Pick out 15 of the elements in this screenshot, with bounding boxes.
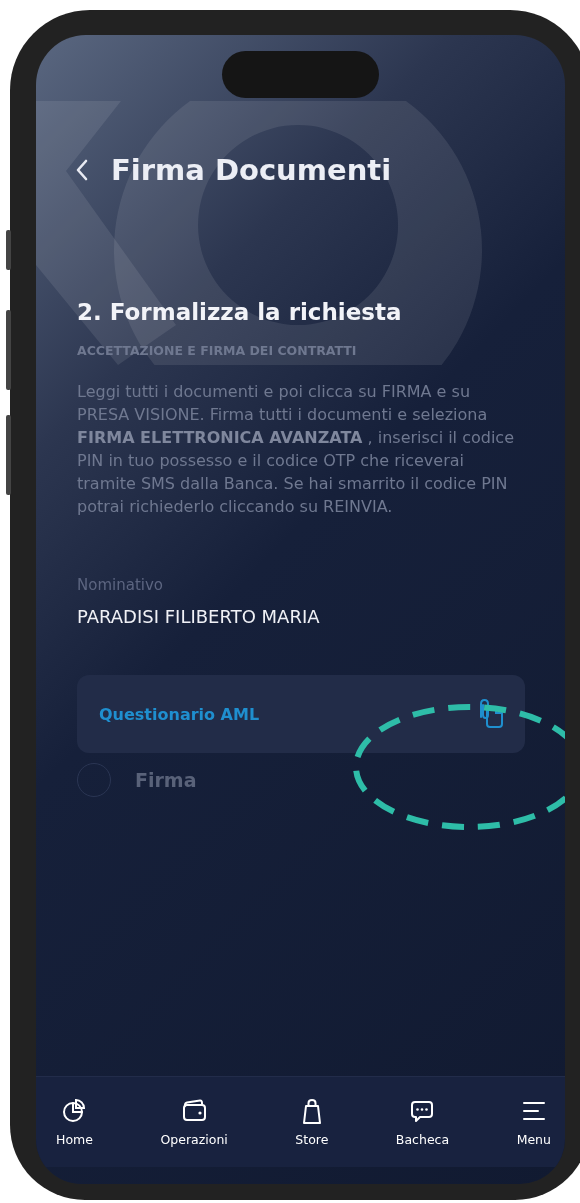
back-button[interactable]	[75, 159, 89, 181]
nav-tab[interactable]: Bacheca	[395, 1097, 450, 1147]
field-value: PARADISI FILIBERTO MARIA	[77, 606, 321, 627]
chevron-left-icon	[75, 159, 89, 181]
nav-tab[interactable]: Store	[295, 1097, 329, 1147]
document-card[interactable]: Questionario AML	[77, 675, 525, 753]
pie-chart-icon	[61, 1097, 88, 1125]
nav-tab[interactable]: Menu	[516, 1097, 551, 1147]
field-label: Nominativo	[77, 576, 164, 594]
nav-tab[interactable]: Operazioni	[160, 1097, 228, 1147]
attachment-document-icon	[477, 698, 503, 730]
step-title: 2. Formalizza la richiesta	[77, 299, 403, 325]
radio-label: Firma	[135, 769, 197, 791]
page-title: Firma Documenti	[111, 153, 392, 187]
nav-tab[interactable]: Home	[56, 1097, 93, 1147]
